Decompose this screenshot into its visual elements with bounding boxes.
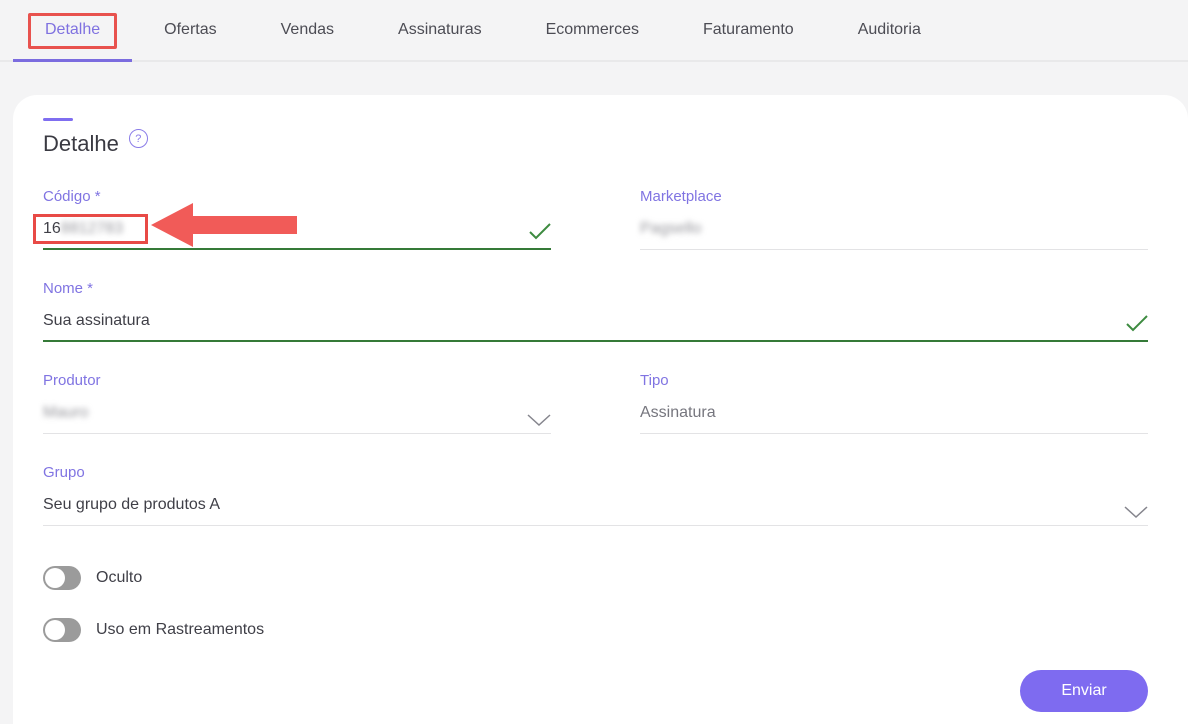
tab-assinaturas[interactable]: Assinaturas bbox=[366, 0, 514, 60]
nome-input[interactable]: Sua assinatura bbox=[43, 311, 1148, 342]
toggle-knob bbox=[45, 620, 65, 640]
tab-label: Ecommerces bbox=[546, 21, 639, 39]
tab-auditoria[interactable]: Auditoria bbox=[826, 0, 953, 60]
toggle-section: Oculto Uso em Rastreamentos bbox=[43, 566, 1148, 642]
accent-dash bbox=[43, 118, 73, 121]
codigo-value-redacted: 8812783 bbox=[61, 220, 123, 237]
tab-vendas[interactable]: Vendas bbox=[249, 0, 366, 60]
codigo-input[interactable]: 168812783 bbox=[43, 219, 551, 250]
codigo-field: Código * 168812783 bbox=[43, 188, 551, 250]
codigo-value: 16 bbox=[43, 220, 61, 237]
form-row: Código * 168812783 Marketplace Pagsello bbox=[43, 188, 1148, 250]
red-arrow-left-icon bbox=[151, 203, 297, 247]
tab-ecommerces[interactable]: Ecommerces bbox=[514, 0, 671, 60]
tipo-field: Tipo Assinatura bbox=[640, 372, 1148, 434]
tab-label: Ofertas bbox=[164, 21, 216, 39]
form-footer: Enviar bbox=[43, 670, 1148, 712]
tipo-input: Assinatura bbox=[640, 403, 1148, 434]
check-icon bbox=[529, 222, 551, 240]
tab-label: Assinaturas bbox=[398, 21, 482, 39]
grupo-select[interactable]: Seu grupo de produtos A bbox=[43, 495, 1148, 526]
rastreamentos-toggle[interactable] bbox=[43, 618, 81, 642]
oculto-toggle[interactable] bbox=[43, 566, 81, 590]
chevron-down-icon[interactable] bbox=[527, 414, 551, 427]
rastreamentos-toggle-label: Uso em Rastreamentos bbox=[96, 621, 264, 639]
marketplace-value-redacted: Pagsello bbox=[640, 220, 701, 237]
tab-detalhe[interactable]: Detalhe bbox=[13, 0, 132, 60]
nome-value: Sua assinatura bbox=[43, 312, 150, 329]
produtor-select[interactable]: Mauro bbox=[43, 403, 551, 434]
tipo-label: Tipo bbox=[640, 372, 1148, 390]
marketplace-input: Pagsello bbox=[640, 219, 1148, 250]
form-row: Grupo Seu grupo de produtos A bbox=[43, 464, 1148, 526]
tab-label: Faturamento bbox=[703, 21, 794, 39]
form-row: Nome * Sua assinatura bbox=[43, 280, 1148, 342]
tab-faturamento[interactable]: Faturamento bbox=[671, 0, 826, 60]
nome-field: Nome * Sua assinatura bbox=[43, 280, 1148, 342]
oculto-toggle-row: Oculto bbox=[43, 566, 1148, 590]
check-icon bbox=[1126, 314, 1148, 332]
oculto-toggle-label: Oculto bbox=[96, 569, 142, 587]
form-row: Produtor Mauro Tipo Assinatura bbox=[43, 372, 1148, 434]
tab-label: Detalhe bbox=[45, 21, 100, 39]
grupo-value: Seu grupo de produtos A bbox=[43, 496, 220, 513]
help-icon[interactable]: ? bbox=[129, 129, 148, 148]
tab-ofertas[interactable]: Ofertas bbox=[132, 0, 248, 60]
marketplace-field: Marketplace Pagsello bbox=[640, 188, 1148, 250]
tab-label: Vendas bbox=[281, 21, 334, 39]
tab-bar: Detalhe Ofertas Vendas Assinaturas Ecomm… bbox=[0, 0, 1188, 62]
chevron-down-icon[interactable] bbox=[1124, 506, 1148, 519]
section-header: Detalhe ? bbox=[43, 131, 1148, 158]
tipo-value: Assinatura bbox=[640, 404, 716, 421]
tab-label: Auditoria bbox=[858, 21, 921, 39]
page-title: Detalhe bbox=[43, 131, 119, 157]
rastreamentos-toggle-row: Uso em Rastreamentos bbox=[43, 618, 1148, 642]
codigo-label: Código * bbox=[43, 188, 551, 206]
detail-form: Código * 168812783 Marketplace Pagsello bbox=[43, 188, 1148, 526]
grupo-field: Grupo Seu grupo de produtos A bbox=[43, 464, 1148, 526]
produtor-value-redacted: Mauro bbox=[43, 404, 88, 421]
toggle-knob bbox=[45, 568, 65, 588]
nome-label: Nome * bbox=[43, 280, 1148, 298]
grupo-label: Grupo bbox=[43, 464, 1148, 482]
produtor-field: Produtor Mauro bbox=[43, 372, 551, 434]
produtor-label: Produtor bbox=[43, 372, 551, 390]
submit-button[interactable]: Enviar bbox=[1020, 670, 1148, 712]
marketplace-label: Marketplace bbox=[640, 188, 1148, 206]
detail-card: Detalhe ? Código * 168812783 Marketpl bbox=[13, 95, 1188, 724]
